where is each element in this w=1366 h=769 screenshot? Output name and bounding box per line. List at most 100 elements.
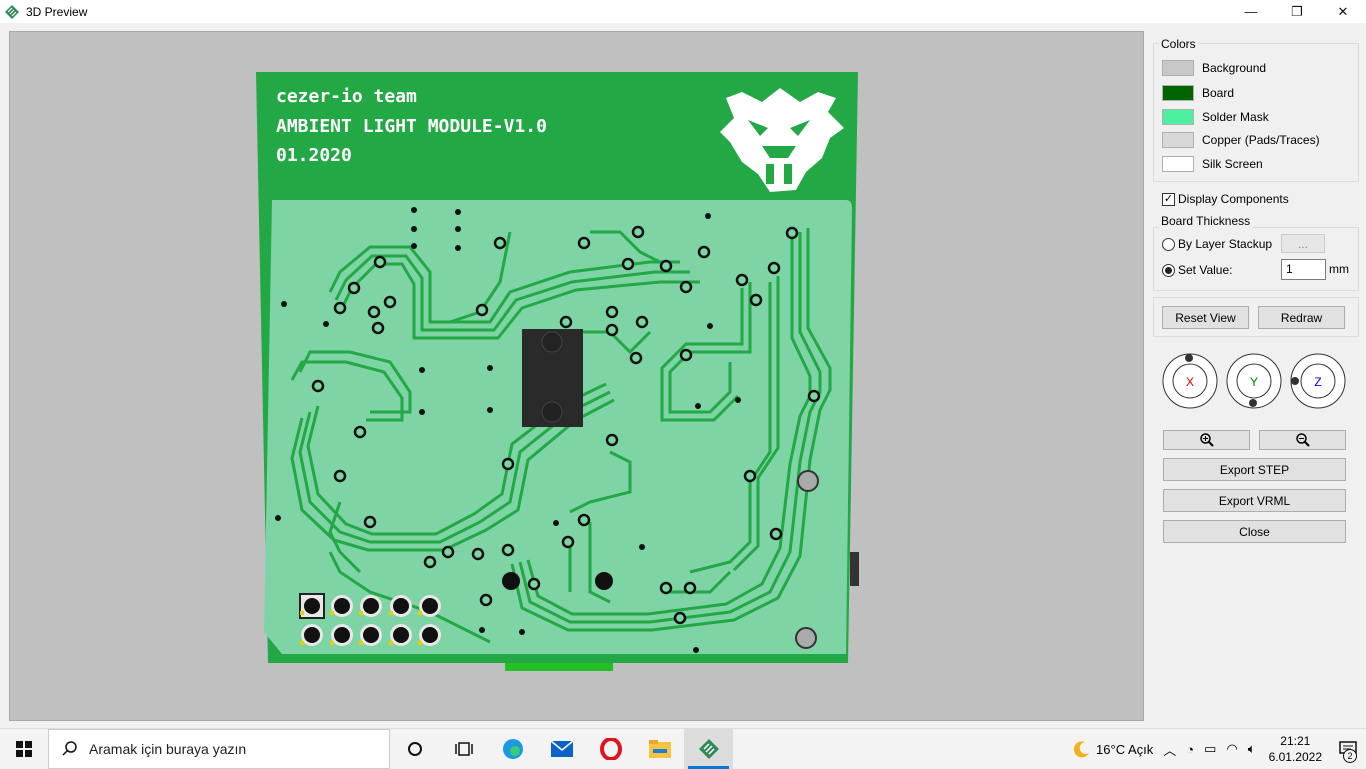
restore-icon: ❐ [1291,3,1303,19]
wifi-icon[interactable]: ◠ [1226,741,1237,757]
export-vrml-button[interactable]: Export VRML [1163,489,1346,512]
redraw-button[interactable]: Redraw [1258,306,1345,329]
search-placeholder: Aramak için buraya yazın [89,740,247,757]
search-box[interactable]: Aramak için buraya yazın [48,728,390,769]
title-bar: 3D Preview — ❐ ✕ [0,0,1366,23]
mounting-hole [795,627,817,649]
mail-taskbar-button[interactable] [537,729,586,769]
export-step-button[interactable]: Export STEP [1163,458,1346,481]
copper-swatch[interactable] [1162,132,1194,148]
zoom-in-button[interactable] [1163,430,1250,450]
edge-taskbar-button[interactable] [488,729,537,769]
color-label: Board [1202,86,1235,100]
folder-icon [648,739,671,758]
chevron-up-icon[interactable]: ︿ [1163,740,1176,759]
color-label: Solder Mask [1202,110,1269,124]
color-label: Silk Screen [1202,157,1263,171]
silk-line-3: 01.2020 [276,145,352,166]
notifications-button[interactable]: 2 [1330,741,1366,763]
thickness-input[interactable]: 1 [1281,259,1326,280]
axis-x-label: X [1186,375,1194,389]
task-view-icon [454,741,473,756]
solder-mask-swatch[interactable] [1162,109,1194,125]
silk-screen-swatch[interactable] [1162,156,1194,172]
volume-icon[interactable]: 🔈︎ [1248,741,1256,757]
system-tray: 16°C Açık ︿ ◔ ▭ ◠ 🔈︎ 21:21 6.01.2022 2 [1073,729,1366,769]
checkbox-box[interactable]: ✓ [1162,192,1175,206]
board-swatch[interactable] [1162,85,1194,101]
layer-stackup-button[interactable]: ... [1281,234,1325,253]
mounting-hole [502,572,520,590]
battery-icon[interactable]: ▭ [1204,741,1216,757]
weather-label[interactable]: 16°C Açık [1096,742,1153,757]
explorer-taskbar-button[interactable] [635,729,684,769]
radio-circle[interactable] [1162,237,1175,251]
task-view-button[interactable] [439,729,488,769]
thickness-title: Board Thickness [1159,214,1253,228]
rotate-y-button[interactable]: Y [1225,352,1283,410]
start-button[interactable] [0,729,48,769]
check-icon: ✓ [1163,192,1174,205]
side-connector [850,552,859,586]
axis-y-label: Y [1250,375,1258,389]
maximize-button[interactable]: ❐ [1274,0,1320,23]
unit-label: mm [1329,262,1349,276]
zoom-out-button[interactable] [1259,430,1346,450]
reset-view-button[interactable]: Reset View [1162,306,1249,329]
clock-date: 6.01.2022 [1268,750,1322,764]
taskbar: Aramak için buraya yazın 16°C Açık ︿ ◔ ▭… [0,728,1366,769]
app-icon [5,4,19,19]
color-row-silk-screen[interactable]: Silk Screen [1162,155,1263,173]
export-vrml-label: Export VRML [1218,493,1291,508]
network-icon[interactable]: ◔ [1186,742,1194,757]
by-layer-label: By Layer Stackup [1178,237,1273,251]
reset-view-label: Reset View [1175,310,1236,325]
opera-taskbar-button[interactable] [586,729,635,769]
minimize-button[interactable]: — [1228,0,1274,23]
window-title: 3D Preview [26,4,88,19]
search-icon [62,740,77,756]
display-components-label: Display Components [1178,192,1289,206]
moon-weather-icon [1073,741,1090,758]
set-value-radio[interactable]: Set Value: [1162,263,1232,277]
color-label: Copper (Pads/Traces) [1202,133,1320,147]
3d-viewport[interactable]: cezer-io team AMBIENT LIGHT MODULE-V1.0 … [9,31,1144,721]
color-label: Background [1202,61,1267,75]
radio-circle[interactable] [1162,263,1175,277]
notification-badge: 2 [1343,749,1357,763]
color-row-solder-mask[interactable]: Solder Mask [1162,108,1269,126]
pcb-render: cezer-io team AMBIENT LIGHT MODULE-V1.0 … [256,72,859,671]
mounting-hole [797,470,819,492]
export-step-label: Export STEP [1219,462,1290,477]
rotate-z-button[interactable]: Z [1289,352,1347,410]
display-components-checkbox[interactable]: ✓ Display Components [1162,192,1289,206]
close-label: Close [1239,524,1270,539]
rotate-x-button[interactable]: X [1161,352,1219,410]
background-swatch[interactable] [1162,60,1194,76]
color-row-board[interactable]: Board [1162,84,1234,102]
colors-title: Colors [1159,37,1198,51]
close-window-button[interactable]: ✕ [1320,0,1366,23]
by-layer-radio[interactable]: By Layer Stackup [1162,237,1272,251]
opera-icon [599,737,622,760]
control-panel: Colors Background Board Solder Mask Copp… [1147,23,1366,721]
cortana-button[interactable] [390,729,439,769]
close-icon: ✕ [1337,3,1349,19]
edge-icon [502,738,523,759]
clock[interactable]: 21:21 6.01.2022 [1269,733,1322,765]
close-button[interactable]: Close [1163,520,1346,543]
redraw-label: Redraw [1280,310,1323,325]
zoom-out-icon [1295,433,1310,447]
silk-line-2: AMBIENT LIGHT MODULE-V1.0 [276,116,547,137]
kicad-taskbar-button[interactable] [684,728,733,769]
color-row-copper[interactable]: Copper (Pads/Traces) [1162,131,1320,149]
cortana-icon [407,741,422,756]
minimize-icon: — [1244,4,1258,19]
mail-icon [550,739,573,757]
ellipsis-label: ... [1297,236,1308,251]
axis-z-label: Z [1314,375,1321,389]
windows-logo-icon [16,740,32,757]
color-row-background[interactable]: Background [1162,59,1266,77]
zoom-in-icon [1199,433,1214,447]
chip-marker [541,331,563,353]
